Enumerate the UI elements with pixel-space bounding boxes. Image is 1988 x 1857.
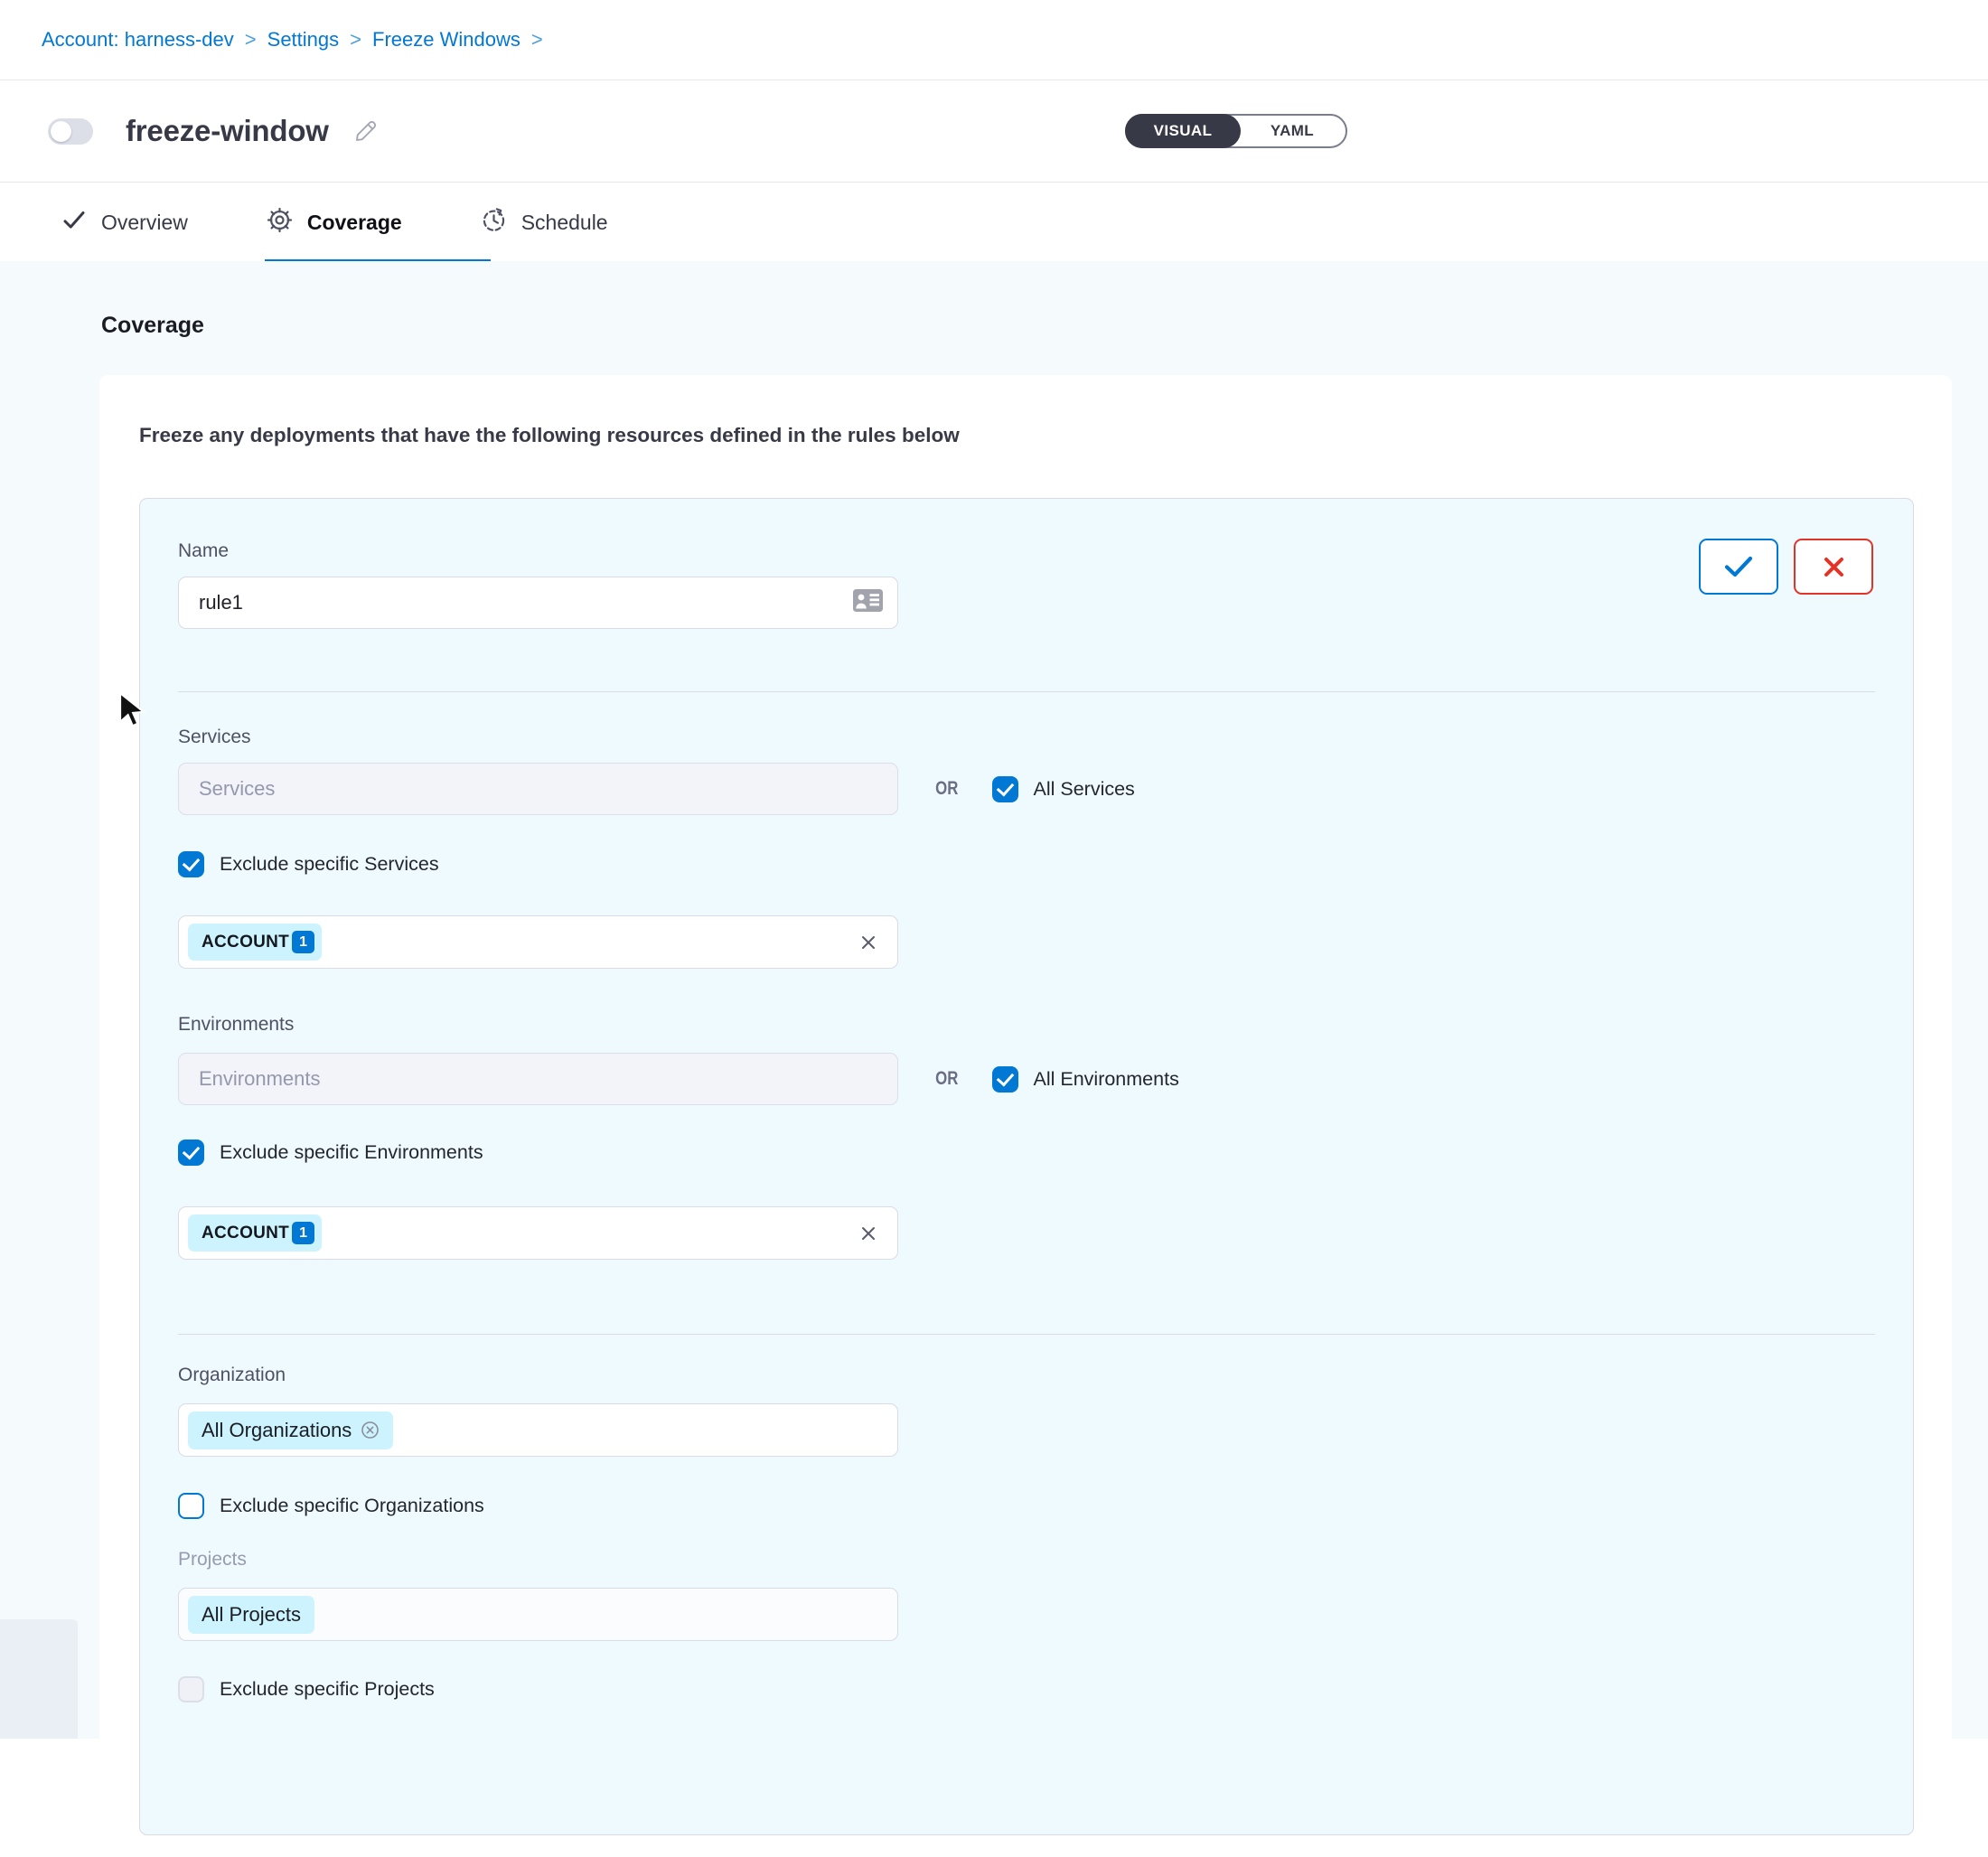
exclude-projects-checkbox[interactable] (178, 1676, 204, 1702)
exclude-organizations-checkbox[interactable] (178, 1493, 204, 1519)
breadcrumb-separator: > (245, 28, 257, 52)
name-input-wrap (178, 577, 898, 629)
left-gutter-shadow (0, 1619, 78, 1739)
clear-icon[interactable] (858, 1223, 879, 1249)
rule-card: Name Services (139, 498, 1914, 1835)
divider (178, 1334, 1875, 1335)
excluded-services-input[interactable]: ACCOUNT 1 (178, 915, 898, 969)
check-icon (61, 206, 88, 239)
or-label: OR (935, 1068, 958, 1090)
visual-yaml-toggle: VISUAL YAML (1125, 114, 1347, 148)
coverage-card: Freeze any deployments that have the fol… (99, 375, 1952, 1857)
title-bar: freeze-window VISUAL YAML (0, 80, 1988, 183)
exclude-environments-checkbox[interactable] (178, 1140, 204, 1166)
all-services-label: All Services (1034, 778, 1135, 801)
tab-label: Coverage (307, 211, 402, 235)
id-card-icon (852, 588, 884, 617)
tab-schedule[interactable]: Schedule (480, 206, 608, 239)
clear-icon[interactable] (858, 932, 879, 958)
tab-overview[interactable]: Overview (61, 206, 188, 239)
exclude-services-row: Exclude specific Services (178, 851, 1875, 877)
tab-label: Overview (101, 211, 188, 235)
edit-pencil-icon[interactable] (352, 117, 380, 145)
breadcrumb: Account: harness-dev > Settings > Freeze… (0, 0, 1988, 80)
remove-tag-icon[interactable] (361, 1421, 380, 1440)
visual-mode-button[interactable]: VISUAL (1125, 114, 1241, 148)
rule-name-input[interactable] (178, 577, 898, 629)
all-services-checkbox[interactable] (992, 776, 1018, 802)
exclude-services-checkbox[interactable] (178, 851, 204, 877)
breadcrumb-link-settings[interactable]: Settings (267, 28, 340, 52)
tag-label: All Projects (202, 1603, 301, 1627)
environments-row: OR All Environments (178, 1053, 1875, 1105)
tag-count-badge: 1 (292, 1222, 314, 1244)
organization-label: Organization (178, 1365, 1875, 1386)
services-label: Services (178, 727, 1875, 748)
all-environments-label: All Environments (1034, 1068, 1179, 1091)
breadcrumb-separator: > (350, 28, 361, 52)
exclude-organizations-row: Exclude specific Organizations (178, 1493, 1875, 1519)
exclude-projects-label: Exclude specific Projects (220, 1678, 435, 1701)
tag-scope: ACCOUNT (202, 933, 289, 952)
projects-label: Projects (178, 1549, 1875, 1571)
yaml-mode-button[interactable]: YAML (1239, 116, 1346, 146)
or-label: OR (935, 778, 958, 800)
tab-bar: Overview Coverage Schedule (0, 183, 1988, 263)
exclude-environments-row: Exclude specific Environments (178, 1140, 1875, 1166)
services-row: OR All Services (178, 763, 1875, 815)
services-input[interactable] (178, 763, 898, 815)
page-title: freeze-window (126, 114, 329, 148)
schedule-icon (480, 206, 508, 239)
exclude-services-label: Exclude specific Services (220, 853, 439, 876)
freeze-enabled-toggle[interactable] (48, 118, 93, 145)
breadcrumb-link-freeze-windows[interactable]: Freeze Windows (372, 28, 520, 52)
divider (178, 691, 1875, 692)
all-environments-checkbox[interactable] (992, 1066, 1018, 1093)
all-projects-tag: All Projects (188, 1596, 314, 1634)
environments-input[interactable] (178, 1053, 898, 1105)
organization-input[interactable]: All Organizations (178, 1403, 898, 1457)
tag-scope: ACCOUNT (202, 1224, 289, 1243)
breadcrumb-separator: > (531, 28, 543, 52)
coverage-page: Coverage Freeze any deployments that hav… (0, 261, 1988, 1739)
exclude-environments-label: Exclude specific Environments (220, 1141, 483, 1164)
tab-label: Schedule (521, 211, 608, 235)
excluded-environments-input[interactable]: ACCOUNT 1 (178, 1206, 898, 1260)
instruction-text: Freeze any deployments that have the fol… (139, 424, 960, 447)
tag-count-badge: 1 (292, 931, 314, 953)
toggle-knob (51, 121, 71, 142)
rule-actions (1699, 539, 1873, 595)
gear-icon (266, 206, 294, 239)
excluded-services-tag[interactable]: ACCOUNT 1 (188, 924, 322, 961)
apply-rule-button[interactable] (1699, 539, 1778, 595)
projects-input[interactable]: All Projects (178, 1588, 898, 1641)
section-title: Coverage (101, 313, 204, 339)
tag-label: All Organizations (202, 1419, 352, 1442)
all-organizations-tag[interactable]: All Organizations (188, 1412, 393, 1449)
tab-coverage[interactable]: Coverage (266, 206, 402, 239)
excluded-environments-tag[interactable]: ACCOUNT 1 (188, 1215, 322, 1252)
environments-label: Environments (178, 1014, 1875, 1036)
exclude-organizations-label: Exclude specific Organizations (220, 1495, 484, 1517)
breadcrumb-link-account[interactable]: Account: harness-dev (42, 28, 234, 52)
delete-rule-button[interactable] (1794, 539, 1873, 595)
exclude-projects-row: Exclude specific Projects (178, 1676, 1875, 1702)
name-label: Name (178, 540, 1875, 562)
